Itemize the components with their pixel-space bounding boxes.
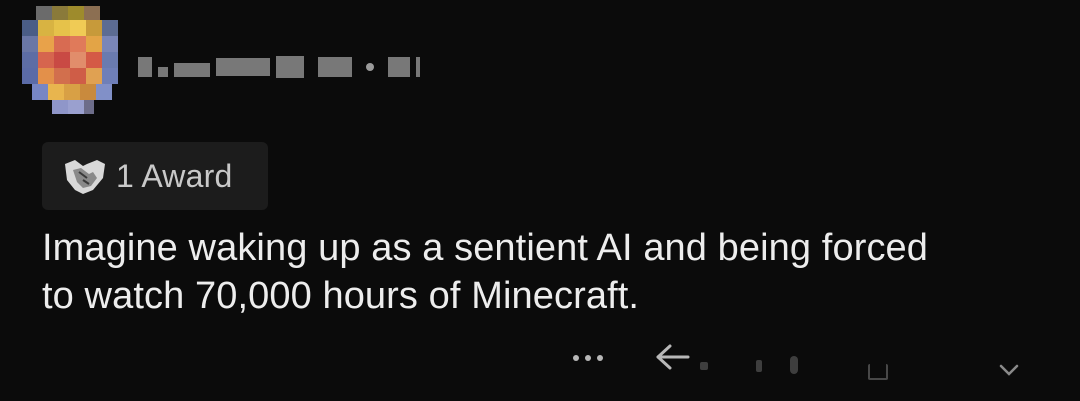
dot — [573, 355, 579, 361]
redacted-text — [276, 56, 304, 78]
award-chip[interactable]: 1 Award — [42, 142, 268, 210]
author-meta[interactable] — [138, 54, 420, 80]
share-icon[interactable] — [868, 364, 888, 380]
redacted-text — [416, 57, 420, 77]
comment-actions — [0, 338, 1080, 388]
comment-body: Imagine waking up as a sentient AI and b… — [42, 224, 1062, 320]
dot — [585, 355, 591, 361]
redacted-text — [158, 67, 168, 77]
more-options-button[interactable] — [566, 344, 610, 372]
reply-arrow-icon — [656, 344, 690, 370]
avatar[interactable] — [22, 6, 122, 114]
meta-separator — [366, 63, 374, 71]
upvote-count — [756, 360, 762, 372]
upvote-icon[interactable] — [700, 362, 708, 370]
redacted-text — [318, 57, 352, 77]
award-label: 1 Award — [116, 157, 233, 194]
chevron-down-icon[interactable] — [998, 362, 1020, 378]
redacted-text — [174, 63, 210, 77]
redacted-text — [216, 58, 270, 76]
comment-text-line: Imagine waking up as a sentient AI and b… — [42, 227, 929, 269]
pixelated-avatar-image — [22, 6, 118, 114]
comment-text-line: to watch 70,000 hours of Minecraft. — [42, 275, 640, 317]
downvote-icon[interactable] — [790, 356, 798, 374]
redacted-text — [138, 57, 152, 77]
reply-button[interactable] — [652, 340, 694, 374]
redacted-text — [388, 57, 410, 77]
handshake-award-icon — [62, 153, 108, 199]
dot — [597, 355, 603, 361]
